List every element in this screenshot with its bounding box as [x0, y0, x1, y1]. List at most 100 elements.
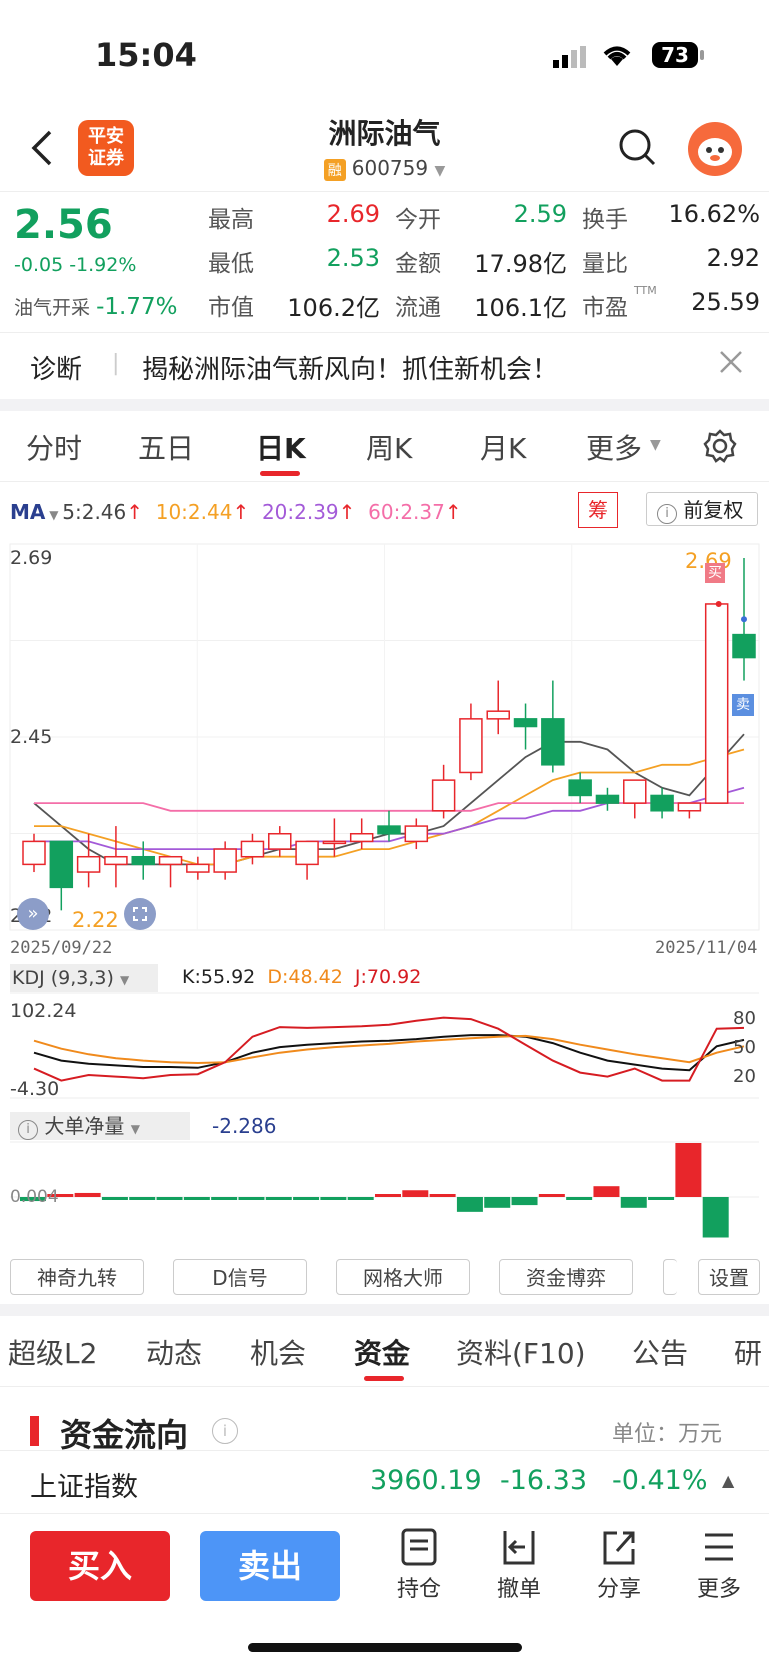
home-indicator	[248, 1643, 522, 1652]
indicator-tool-button-partial[interactable]	[663, 1259, 677, 1295]
candle-body	[295, 840, 319, 866]
last-price: 2.56	[14, 202, 113, 248]
flow-bar	[538, 1194, 565, 1197]
share-button[interactable]: 分享	[584, 1527, 654, 1603]
index-bar[interactable]: 上证指数 3960.19 -16.33 -0.41% ▲	[0, 1450, 769, 1514]
indicator-tool-button[interactable]: 网格大师	[336, 1259, 470, 1295]
quote-value: 16.62%	[668, 200, 760, 228]
info-icon[interactable]: i	[212, 1418, 238, 1444]
flow-bar	[566, 1197, 593, 1200]
low-marker: 2.22	[72, 908, 119, 932]
flow-bar	[620, 1197, 647, 1208]
flow-selector[interactable]: i 大单净量 ▼	[10, 1112, 190, 1140]
section-tab[interactable]: 动态	[146, 1332, 202, 1372]
quote-label: 流通	[395, 295, 441, 321]
sell-button[interactable]: 卖出	[200, 1531, 340, 1601]
ma5-value: 5:2.46	[62, 500, 127, 524]
up-arrow-icon: ↑	[444, 500, 462, 524]
flow-bar	[265, 1197, 292, 1200]
indicator-tool-button[interactable]: 神奇九转	[10, 1259, 144, 1295]
sector-row[interactable]: 油气开采 -1.77%	[14, 293, 177, 320]
adjust-mode-label: 前复权	[683, 498, 744, 522]
flow-bar	[238, 1197, 265, 1200]
cancel-order-button[interactable]: 撤单	[484, 1527, 554, 1603]
candle-body	[49, 840, 74, 889]
period-tab[interactable]: 更多	[586, 427, 642, 467]
section-tab[interactable]: 研	[734, 1332, 762, 1372]
section-tab[interactable]: 公告	[632, 1332, 688, 1372]
candle-body	[268, 832, 292, 850]
quote-label: 最低	[208, 251, 254, 277]
date-end: 2025/11/04	[655, 938, 758, 958]
banner-text: 揭秘洲际油气新风向！抓住新机会！	[142, 355, 559, 385]
marker-dot	[741, 616, 747, 623]
indicator-tool-button[interactable]: D信号	[173, 1259, 307, 1295]
ma-label: MA	[10, 500, 46, 524]
flow-label: 大单净量	[44, 1114, 125, 1138]
ma-row[interactable]: MA ▼ 5:2.46↑ 10:2.44↑ 20:2.39↑ 60:2.37↑	[10, 500, 462, 524]
more-button[interactable]: 更多	[684, 1527, 754, 1603]
quote-label: 最高	[208, 207, 254, 233]
candle-body	[513, 718, 538, 728]
flow-bar	[101, 1197, 128, 1200]
battery-tip	[700, 50, 704, 60]
candle-body	[404, 825, 429, 843]
battery-icon: 73	[652, 42, 698, 68]
section-tab[interactable]: 机会	[250, 1332, 306, 1372]
fund-title-bar	[30, 1416, 39, 1446]
kdj-top: 102.24	[10, 1000, 77, 1022]
candle-body	[322, 840, 347, 845]
kdj-label: KDJ (9,3,3)	[12, 967, 114, 989]
candle-body	[431, 779, 456, 812]
quote-value: 106.1亿	[474, 294, 567, 322]
candle-body	[568, 779, 592, 797]
quote-value: 2.59	[513, 200, 567, 228]
candle-body	[131, 855, 155, 866]
fullscreen-icon[interactable]	[124, 898, 156, 930]
quote-value: 2.69	[326, 200, 380, 228]
flow-bar	[648, 1197, 675, 1200]
section-tab[interactable]: 资金	[354, 1332, 410, 1372]
stock-code: 600759	[351, 156, 429, 180]
holdings-button[interactable]: 持仓	[384, 1527, 454, 1603]
ma10-value: 10:2.44	[155, 500, 233, 524]
search-icon[interactable]	[618, 128, 658, 172]
kline-chart[interactable]	[0, 535, 769, 1265]
kdj-line-k	[33, 1034, 745, 1072]
quote-label: 金额	[395, 251, 441, 277]
up-arrow-icon: ↑	[232, 500, 250, 524]
flow-bar	[211, 1197, 238, 1200]
more-label: 更多	[696, 1577, 741, 1602]
period-tab[interactable]: 分时	[26, 427, 82, 467]
period-tab[interactable]: 五日	[138, 427, 194, 467]
section-tab[interactable]: 超级L2	[8, 1332, 97, 1372]
settings-button[interactable]: 设置	[698, 1259, 760, 1295]
candle-body	[349, 832, 374, 843]
kdj-j: J:70.92	[354, 966, 422, 988]
period-tab[interactable]: 日K	[256, 427, 306, 467]
diagnosis-banner[interactable]: 诊断 | 揭秘洲际油气新风向！抓住新机会！	[0, 332, 769, 399]
index-name: 上证指数	[30, 1472, 138, 1503]
kdj-selector[interactable]: KDJ (9,3,3) ▼	[10, 964, 158, 992]
flow-bar	[347, 1197, 374, 1200]
flow-bar	[484, 1197, 511, 1208]
indicator-tool-button[interactable]: 资金博弈	[499, 1259, 633, 1295]
settings-gear-icon[interactable]	[702, 428, 738, 468]
quote-label: 换手	[582, 207, 628, 233]
expand-left-icon[interactable]: »	[17, 898, 49, 930]
mascot-avatar[interactable]	[688, 122, 742, 176]
index-value: 3960.19	[370, 1465, 482, 1496]
chevron-up-icon: ▲	[722, 1471, 735, 1490]
adjust-mode-button[interactable]: i 前复权	[646, 492, 758, 526]
chip-distribution-button[interactable]: 筹	[578, 492, 618, 528]
close-icon[interactable]	[716, 347, 746, 381]
flow-bar	[183, 1197, 210, 1200]
quote-value: 25.59	[691, 288, 760, 316]
section-tab[interactable]: 资料(F10)	[456, 1332, 586, 1372]
buy-button[interactable]: 买入	[30, 1531, 170, 1601]
period-tab[interactable]: 周K	[366, 427, 412, 467]
price-change: -0.05 -1.92%	[14, 254, 137, 276]
period-tab[interactable]: 月K	[480, 427, 526, 467]
quote-label: 量比	[582, 251, 628, 277]
candle-body	[650, 794, 674, 812]
